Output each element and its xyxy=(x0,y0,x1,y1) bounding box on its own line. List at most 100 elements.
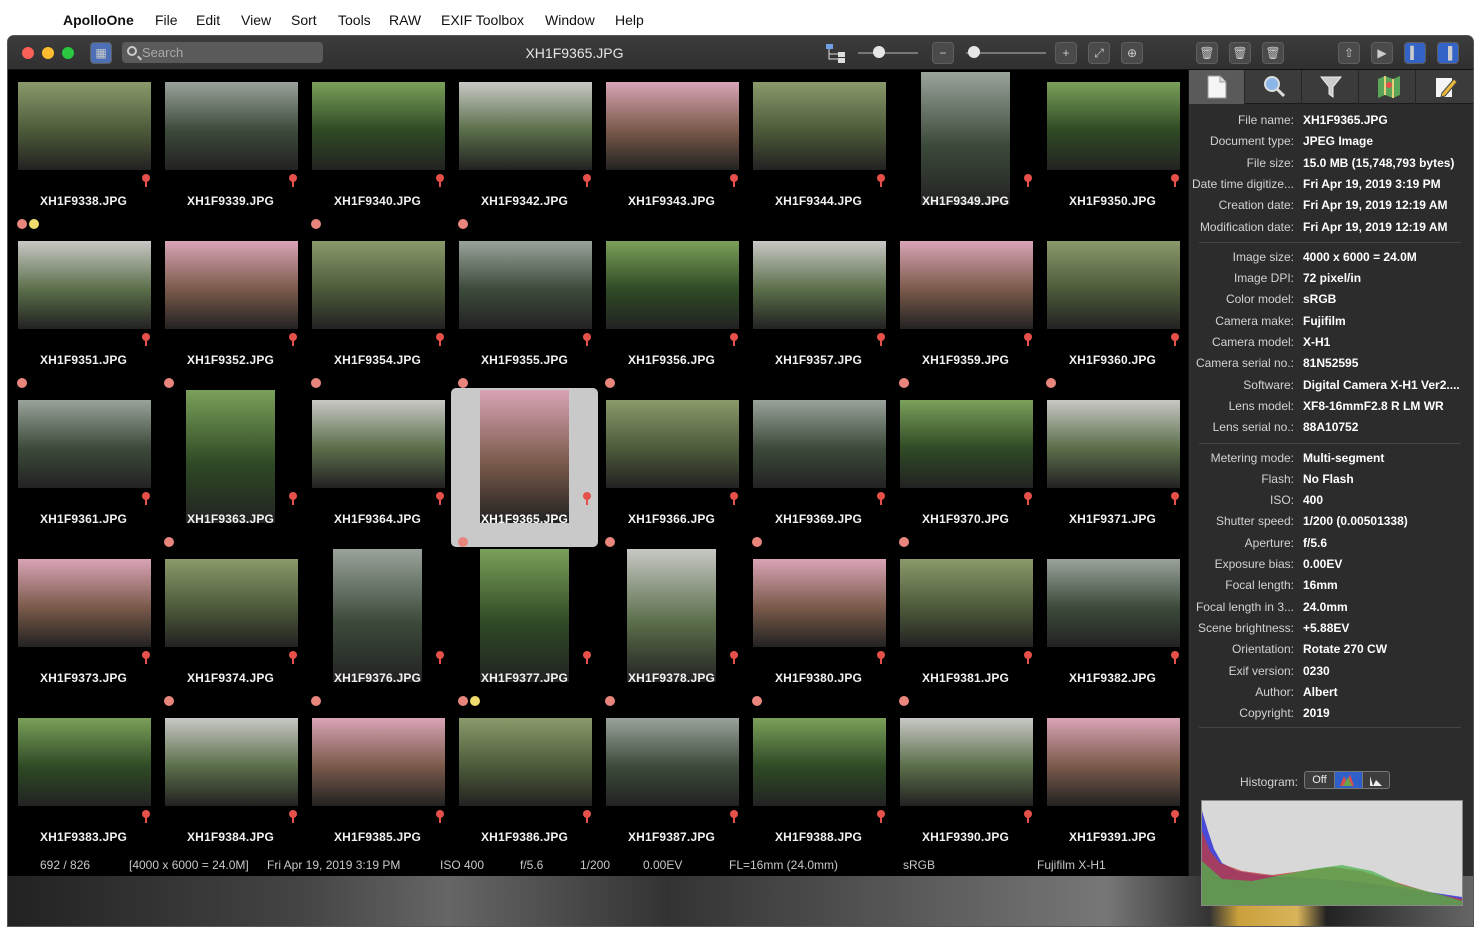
thumbnail-cell[interactable]: XH1F9344.JPG xyxy=(745,70,892,229)
thumbnail-cell[interactable]: XH1F9356.JPG xyxy=(598,229,745,388)
thumbnail-image[interactable] xyxy=(459,82,592,170)
thumbnail-cell[interactable]: XH1F9339.JPG xyxy=(157,70,304,229)
thumbnail-image[interactable] xyxy=(312,82,445,170)
thumbnail-image[interactable] xyxy=(606,400,739,488)
zoom-slider-knob[interactable] xyxy=(968,46,980,58)
menu-apolloone[interactable]: ApolloOne xyxy=(63,12,134,28)
thumbnail-image[interactable] xyxy=(1047,241,1180,329)
thumbnail-image[interactable] xyxy=(18,718,151,806)
thumbnail-cell[interactable]: XH1F9357.JPG xyxy=(745,229,892,388)
menu-edit[interactable]: Edit xyxy=(196,12,220,28)
thumbnail-cell[interactable]: XH1F9351.JPG xyxy=(10,219,157,388)
thumbnail-image[interactable] xyxy=(753,559,886,647)
menu-raw[interactable]: RAW xyxy=(389,12,421,28)
thumbnail-cell[interactable]: XH1F9354.JPG xyxy=(304,219,451,388)
thumbnail-cell[interactable]: XH1F9377.JPG xyxy=(451,537,598,706)
thumbnail-image[interactable] xyxy=(312,718,445,806)
thumbnail-image[interactable] xyxy=(900,241,1033,329)
trash-icon[interactable]: 🗑 xyxy=(1196,42,1218,64)
thumbnail-image[interactable] xyxy=(165,718,298,806)
thumbnail-image[interactable] xyxy=(1047,82,1180,170)
thumb-size-slider[interactable] xyxy=(858,52,918,54)
thumbnail-cell[interactable]: XH1F9386.JPG xyxy=(451,696,598,865)
thumbnail-cell[interactable]: XH1F9363.JPG xyxy=(157,378,304,547)
thumbnail-image[interactable] xyxy=(753,82,886,170)
menu-file[interactable]: File xyxy=(155,12,178,28)
thumbnail-image[interactable] xyxy=(753,718,886,806)
thumbnail-image[interactable] xyxy=(18,82,151,170)
thumbnail-cell[interactable]: XH1F9350.JPG xyxy=(1039,70,1186,229)
thumbnail-image[interactable] xyxy=(333,549,422,682)
thumbnail-image[interactable] xyxy=(627,549,716,682)
thumbnail-image[interactable] xyxy=(480,390,569,523)
thumbnail-image[interactable] xyxy=(165,559,298,647)
thumbnail-cell[interactable]: XH1F9381.JPG xyxy=(892,537,1039,706)
thumbnail-cell[interactable]: XH1F9382.JPG xyxy=(1039,547,1186,706)
trash-jpeg-icon[interactable]: 🗑 xyxy=(1262,42,1284,64)
thumbnail-image[interactable] xyxy=(459,718,592,806)
thumbnail-cell[interactable]: XH1F9369.JPG xyxy=(745,388,892,547)
menu-sort[interactable]: Sort xyxy=(291,12,317,28)
thumbnail-cell[interactable]: XH1F9343.JPG xyxy=(598,70,745,229)
right-sidebar-toggle-icon[interactable]: ▐ xyxy=(1437,42,1459,64)
thumbnail-cell[interactable]: XH1F9340.JPG xyxy=(304,70,451,229)
thumbnail-cell[interactable]: XH1F9391.JPG xyxy=(1039,706,1186,865)
thumbnail-image[interactable] xyxy=(312,400,445,488)
thumbnail-cell[interactable]: XH1F9360.JPG xyxy=(1039,229,1186,388)
thumbnail-cell[interactable]: XH1F9388.JPG xyxy=(745,696,892,865)
thumbnail-cell[interactable]: XH1F9342.JPG xyxy=(451,70,598,229)
thumbnail-image[interactable] xyxy=(18,241,151,329)
thumbnail-cell[interactable]: XH1F9361.JPG xyxy=(10,378,157,547)
thumbnail-cell[interactable]: XH1F9349.JPG xyxy=(892,70,1039,229)
thumbnail-image[interactable] xyxy=(165,241,298,329)
thumbnail-cell[interactable]: XH1F9380.JPG xyxy=(745,537,892,706)
thumbnail-image[interactable] xyxy=(606,718,739,806)
menu-exif-toolbox[interactable]: EXIF Toolbox xyxy=(441,12,524,28)
thumbnail-cell[interactable]: XH1F9359.JPG xyxy=(892,229,1039,388)
thumbnail-cell[interactable]: XH1F9364.JPG xyxy=(304,378,451,547)
thumbnail-image[interactable] xyxy=(753,241,886,329)
thumbnail-image[interactable] xyxy=(606,82,739,170)
thumbnail-image[interactable] xyxy=(312,241,445,329)
zoom-out-icon[interactable]: − xyxy=(932,42,954,64)
info-tab-icon[interactable] xyxy=(1189,70,1245,104)
thumbnail-cell[interactable]: XH1F9366.JPG xyxy=(598,378,745,547)
thumbnail-image[interactable] xyxy=(753,400,886,488)
histogram-rgb-icon[interactable] xyxy=(1335,772,1363,788)
thumbnail-cell[interactable]: XH1F9390.JPG xyxy=(892,696,1039,865)
menu-tools[interactable]: Tools xyxy=(338,12,371,28)
map-tab-icon[interactable] xyxy=(1360,70,1416,104)
thumbnail-image[interactable] xyxy=(1047,718,1180,806)
histogram-mode-control[interactable]: Off xyxy=(1304,771,1390,789)
edit-tab-icon[interactable] xyxy=(1417,70,1473,104)
thumbnail-cell[interactable]: XH1F9371.JPG xyxy=(1039,378,1186,547)
zoom-in-icon[interactable]: + xyxy=(1055,42,1077,64)
thumbnail-image[interactable] xyxy=(900,559,1033,647)
menu-view[interactable]: View xyxy=(241,12,271,28)
left-sidebar-toggle-icon[interactable]: ▍ xyxy=(1404,42,1426,64)
thumbnail-cell[interactable]: XH1F9338.JPG xyxy=(10,70,157,229)
thumbnail-cell[interactable]: XH1F9352.JPG xyxy=(157,229,304,388)
thumbnail-image[interactable] xyxy=(606,241,739,329)
thumbnail-cell[interactable]: XH1F9383.JPG xyxy=(10,706,157,865)
thumbnail-cell[interactable]: XH1F9355.JPG xyxy=(451,219,598,388)
thumbnail-cell[interactable]: XH1F9370.JPG xyxy=(892,378,1039,547)
menu-help[interactable]: Help xyxy=(615,12,644,28)
thumbnail-cell[interactable]: XH1F9385.JPG xyxy=(304,696,451,865)
search-tab-icon[interactable] xyxy=(1246,70,1302,104)
thumbnail-cell[interactable]: XH1F9387.JPG xyxy=(598,696,745,865)
fit-to-window-icon[interactable]: ⤢ xyxy=(1088,42,1110,64)
thumbnail-image[interactable] xyxy=(165,82,298,170)
thumbnail-image[interactable] xyxy=(900,718,1033,806)
histogram-luminance-icon[interactable] xyxy=(1363,772,1389,788)
thumbnail-cell[interactable]: XH1F9374.JPG xyxy=(157,537,304,706)
slideshow-icon[interactable]: ▶ xyxy=(1371,42,1393,64)
thumbnail-cell-selected[interactable]: XH1F9365.JPG xyxy=(451,378,598,547)
histogram-off-button[interactable]: Off xyxy=(1305,772,1335,788)
trash-raw-icon[interactable]: 🗑 xyxy=(1229,42,1251,64)
thumbnail-cell[interactable]: XH1F9384.JPG xyxy=(157,696,304,865)
thumb-size-slider-knob[interactable] xyxy=(873,46,885,58)
thumbnail-image[interactable] xyxy=(1047,400,1180,488)
thumbnail-image[interactable] xyxy=(18,559,151,647)
thumbnail-image[interactable] xyxy=(480,549,569,682)
